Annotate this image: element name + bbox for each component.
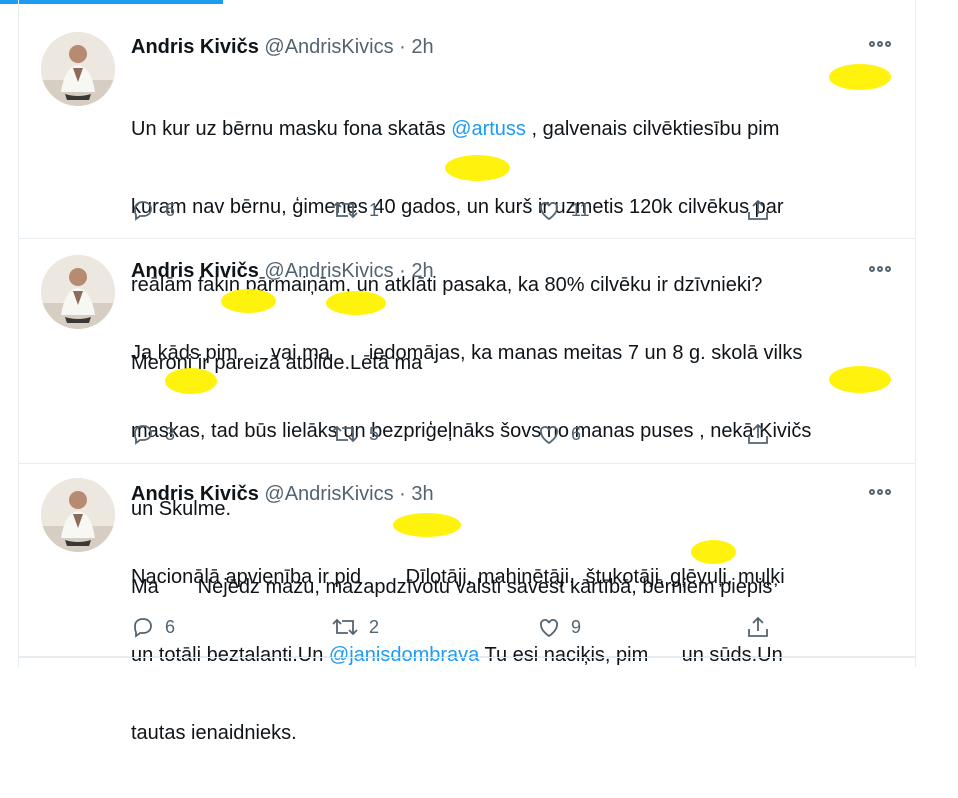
tweet[interactable]: Andris Kivičs @AndrisKivics · 2h Un kur … [19,14,915,374]
tweet-actions: 3 5 6 [131,421,781,447]
retweet-count: 5 [369,423,380,444]
tweet[interactable]: Andris Kivičs @AndrisKivics · 3h Nacionā… [19,464,915,744]
reply-button[interactable]: 6 [131,197,175,223]
share-icon [748,423,768,444]
display-name[interactable]: Andris Kivičs [131,260,259,282]
text-line: tautas ienaidnieks. [131,722,297,744]
retweet-icon [332,618,358,636]
user-handle[interactable]: @AndrisKivics [264,36,393,58]
censor-mark [445,155,510,181]
reply-icon [134,425,152,445]
retweet-button[interactable]: 5 [331,421,379,447]
reply-button[interactable]: 3 [131,421,175,447]
tweet[interactable]: Andris Kivičs @AndrisKivics · 2h Ja kāds… [19,239,915,598]
tweet-header: Andris Kivičs @AndrisKivics · 2h [131,260,434,283]
user-handle[interactable]: @AndrisKivics [264,260,393,282]
censor-mark [221,289,276,313]
like-count: 9 [571,616,582,637]
share-button[interactable] [745,614,771,640]
avatar[interactable] [41,478,115,552]
text-line: Nacionālā apvienība ir pid Dīlotāji, mah… [131,566,785,588]
reply-icon [134,201,152,221]
like-count: 11 [571,199,590,220]
avatar[interactable] [41,255,115,329]
reply-button[interactable]: 6 [131,614,175,640]
avatar[interactable] [41,32,115,106]
separator: · [399,36,406,58]
like-button[interactable]: 11 [537,197,590,223]
retweet-icon [332,425,358,443]
reply-icon [134,618,152,638]
display-name[interactable]: Andris Kivičs [131,36,259,58]
share-icon [748,616,768,637]
censor-mark [829,366,891,393]
censor-mark [393,513,461,537]
mention-link[interactable]: @artuss [451,118,526,140]
censor-mark [691,540,736,564]
timestamp[interactable]: 2h [411,260,433,282]
tweet-text: Nacionālā apvienība ir pid Dīlotāji, mah… [131,512,901,798]
more-horizontal-icon[interactable] [865,259,895,279]
tweet-actions: 6 2 9 [131,614,781,640]
heart-icon [540,426,558,445]
tweet-header: Andris Kivičs @AndrisKivics · 3h [131,483,434,506]
tweet-header: Andris Kivičs @AndrisKivics · 2h [131,36,434,59]
separator: · [399,260,406,282]
heart-icon [540,202,558,221]
more-horizontal-icon[interactable] [865,482,895,502]
timestamp[interactable]: 3h [411,483,433,505]
display-name[interactable]: Andris Kivičs [131,483,259,505]
reply-count: 6 [165,199,176,220]
tweet-feed: Andris Kivičs @AndrisKivics · 2h Un kur … [18,0,916,744]
timestamp[interactable]: 2h [411,36,433,58]
heart-icon [540,619,558,638]
like-button[interactable]: 9 [537,614,581,640]
divider [19,657,915,658]
share-icon [748,199,768,220]
share-button[interactable] [745,421,771,447]
text-line: un totāli beztalanti.Un @janisdombrava T… [131,644,783,666]
share-button[interactable] [745,197,771,223]
retweet-button[interactable]: 2 [331,614,379,640]
retweet-count: 2 [369,616,380,637]
separator: · [399,483,406,505]
user-handle[interactable]: @AndrisKivics [264,483,393,505]
retweet-count: 1 [369,199,380,220]
text-line: Ja kāds pim vai ma iedomājas, ka manas m… [131,342,803,364]
more-horizontal-icon[interactable] [865,34,895,54]
like-count: 6 [571,423,582,444]
censor-mark [326,291,386,315]
censor-mark [165,368,217,394]
tweet-actions: 6 1 11 [131,197,781,223]
retweet-icon [332,201,358,219]
reply-count: 6 [165,616,176,637]
censor-mark [829,64,891,90]
retweet-button[interactable]: 1 [331,197,379,223]
reply-count: 3 [165,423,176,444]
mention-link[interactable]: @janisdombrava [329,644,479,666]
like-button[interactable]: 6 [537,421,581,447]
text-line: Un kur uz bērnu masku fona skatās @artus… [131,118,780,140]
